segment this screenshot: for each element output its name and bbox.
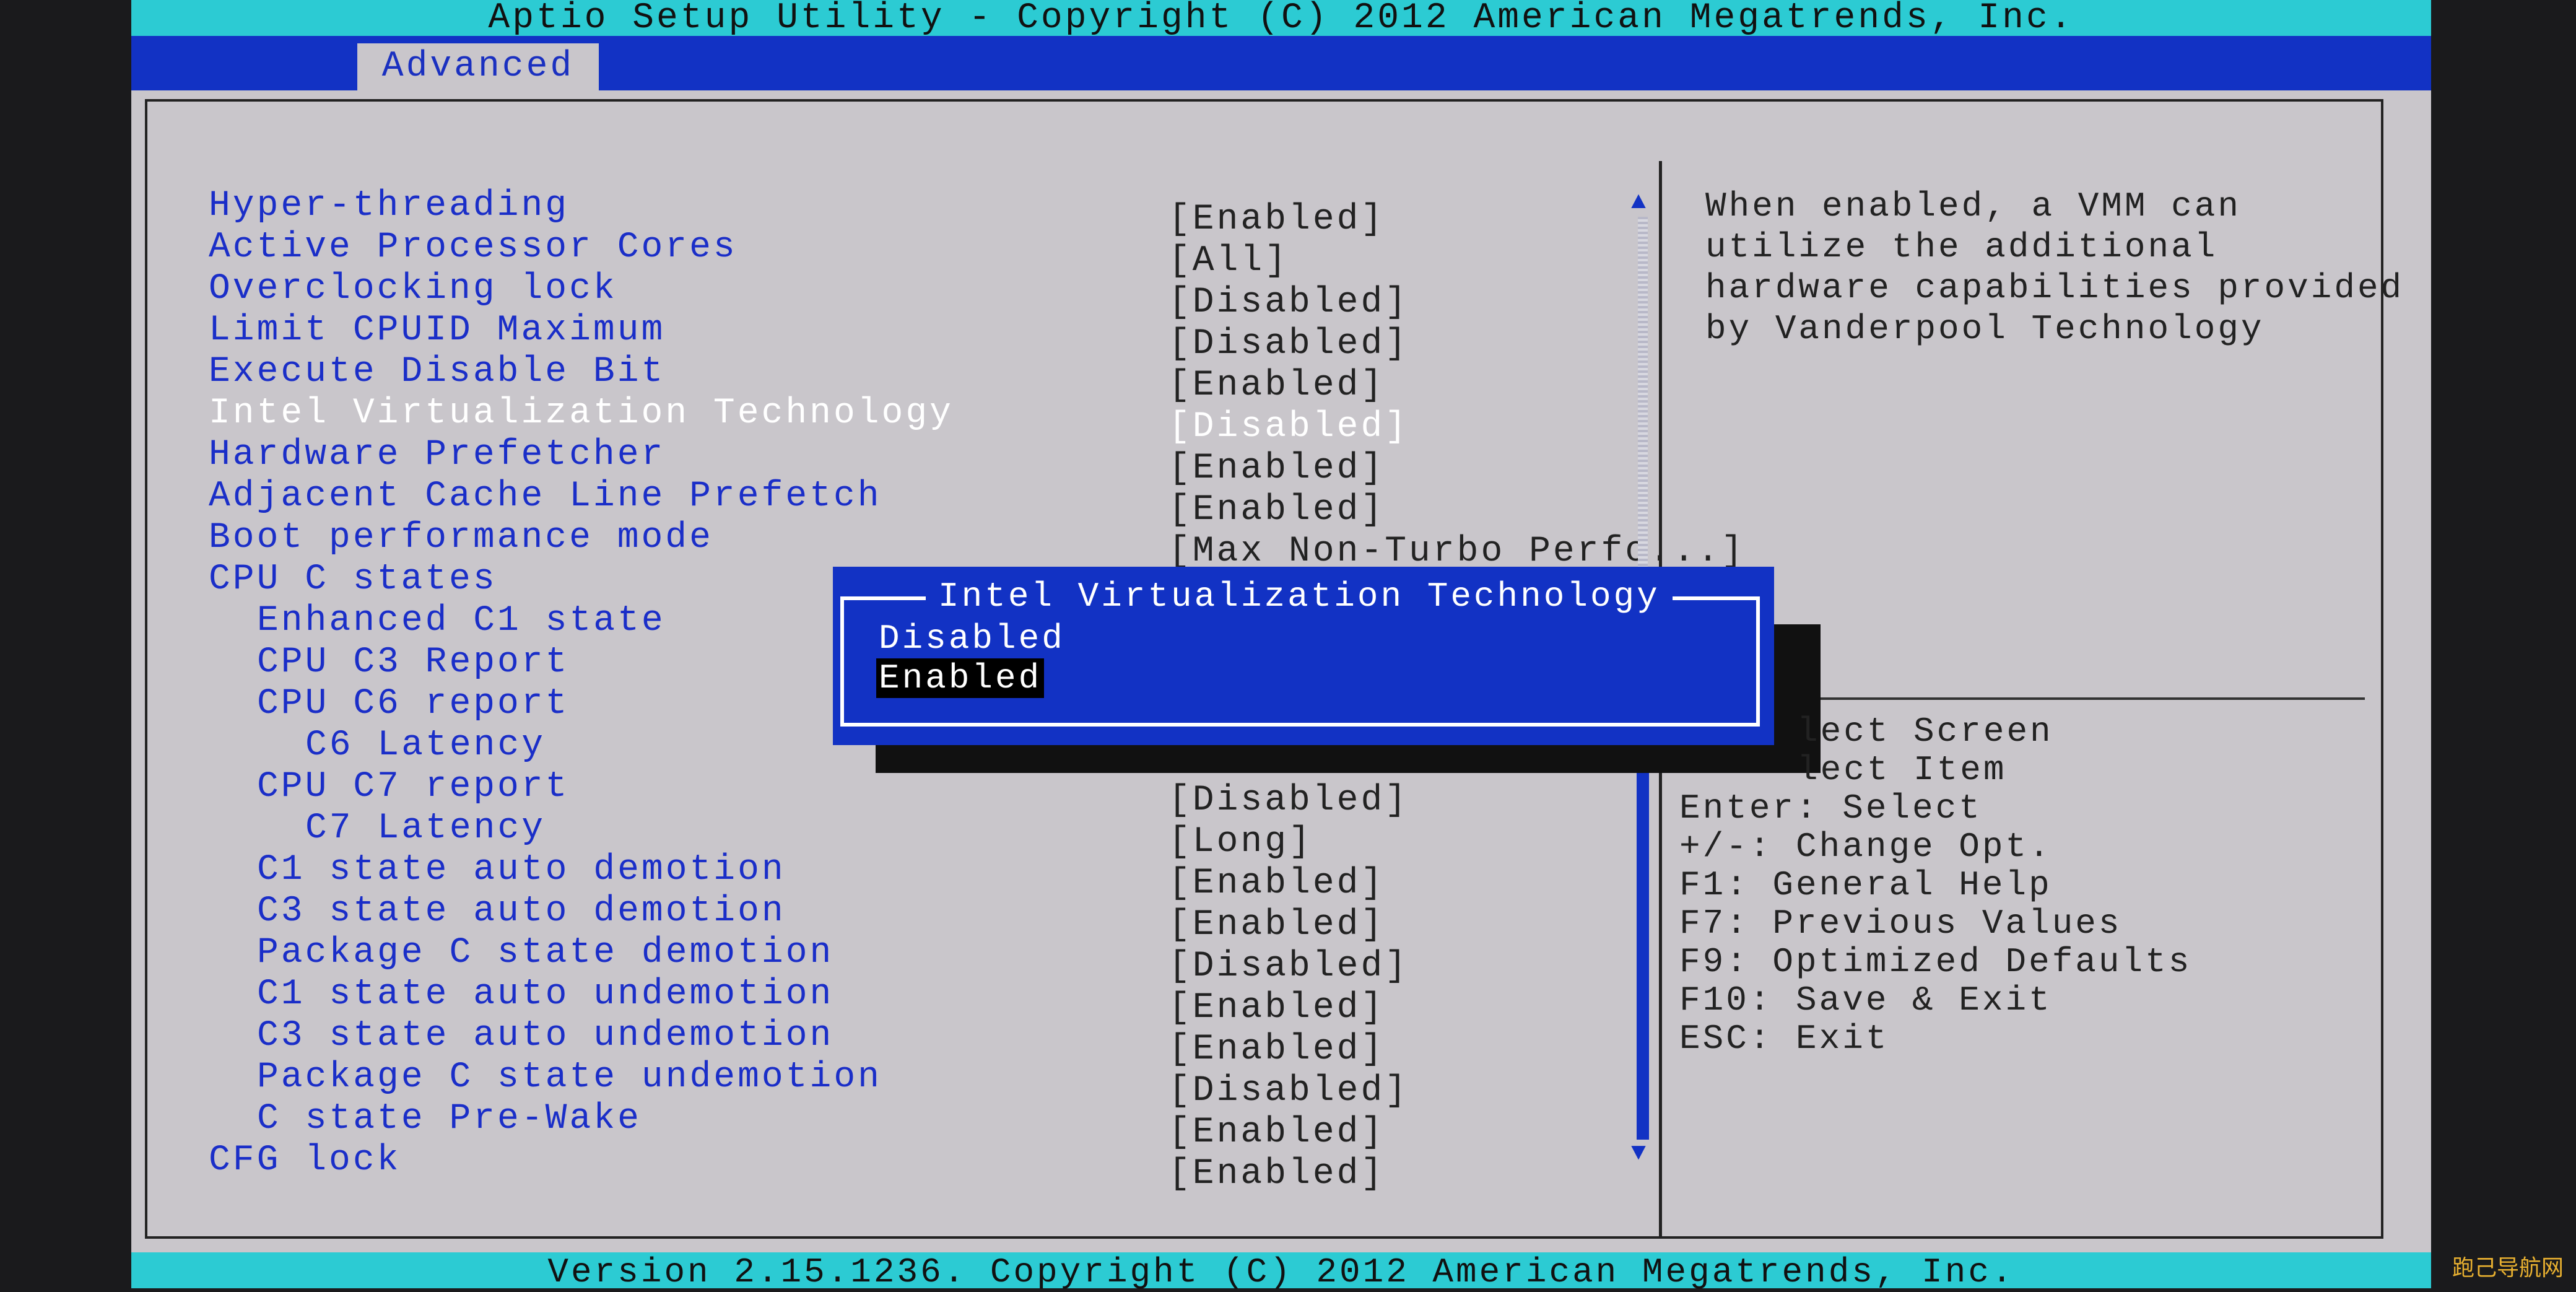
setting-label: C1 state auto undemotion [257,974,834,1015]
setting-value-text: [Enabled] [1168,365,1385,406]
popup-title: Intel Virtualization Technology [926,576,1673,617]
setting-label: C1 state auto demotion [257,850,786,890]
setting-label: CPU C3 Report [257,642,570,683]
key-select-item: lect Item [1797,750,2007,790]
setting-label: Enhanced C1 state [257,601,666,641]
footer-version: Version 2.15.1236. Copyright (C) 2012 Am… [131,1252,2431,1292]
setting-label: CPU C states [209,559,497,600]
setting-value-text: [Disabled] [1168,282,1409,323]
setting-value-text: [Disabled] [1168,324,1409,364]
option-popup: Intel Virtualization Technology Disabled… [833,567,1774,745]
setting-value-text: [Enabled] [1168,863,1385,904]
setting-label: Hardware Prefetcher [209,435,666,475]
title-bar: Aptio Setup Utility - Copyright (C) 2012… [131,0,2431,37]
key-f10: F10: Save & Exit [1679,980,2052,1020]
setting-value-text: [Disabled] [1168,780,1409,821]
scroll-down-arrow-icon[interactable]: ▼ [1631,1140,1646,1168]
key-enter: Enter: Select [1679,788,1982,828]
popup-option-enabled[interactable]: Enabled [876,658,1045,698]
setting-value-text: [Disabled] [1168,407,1409,447]
setting-value-text: [Enabled] [1168,1154,1385,1194]
setting-label: Active Processor Cores [209,227,738,268]
setting-label: Boot performance mode [209,518,713,558]
setting-value-text: [All] [1168,241,1289,281]
setting-label: Overclocking lock [209,269,617,309]
setting-value-text: [Enabled] [1168,1029,1385,1070]
watermark-logo: 跑己导航网 [2452,1255,2564,1281]
setting-value-text: [Disabled] [1168,946,1409,987]
setting-value-text: [Enabled] [1168,905,1385,945]
setting-value-text: [Enabled] [1168,1112,1385,1153]
key-select-screen: lect Screen [1797,712,2053,751]
key-f1: F1: General Help [1679,865,2052,905]
popup-option-disabled[interactable]: Disabled [876,619,1068,658]
setting-label: C7 Latency [305,808,546,849]
key-change-opt: +/-: Change Opt. [1679,827,2052,866]
setting-label: Execute Disable Bit [209,352,666,392]
setting-value-text: [Enabled] [1168,448,1385,489]
setting-label: Intel Virtualization Technology [209,393,954,434]
scrollbar-thumb[interactable] [1637,756,1649,1140]
tab-advanced[interactable]: Advanced [357,43,599,90]
setting-label: CPU C7 report [257,767,570,807]
key-esc: ESC: Exit [1679,1019,1889,1058]
setting-label: C3 state auto undemotion [257,1016,834,1056]
setting-value-text: [Enabled] [1168,490,1385,530]
setting-label: C state Pre-Wake [257,1099,642,1139]
key-legend: lect Screen lect Item Enter: Select +/-:… [1679,712,2189,1135]
setting-label: C6 Latency [305,725,546,766]
setting-label: Hyper-threading [209,186,570,226]
setting-value-text: [Enabled] [1168,988,1385,1028]
setting-label: Adjacent Cache Line Prefetch [209,476,882,517]
key-f9: F9: Optimized Defaults [1679,942,2192,982]
help-text: When enabled, a VMM can utilize the addi… [1705,186,2404,349]
setting-value-text: [Enabled] [1168,199,1385,240]
setting-value-text: [Disabled] [1168,1071,1409,1111]
bios-screen: Aptio Setup Utility - Copyright (C) 2012… [131,0,2431,1292]
setting-label: C3 state auto demotion [257,891,786,932]
setting-label: CPU C6 report [257,684,570,724]
key-f7: F7: Previous Values [1679,904,2122,943]
setting-label: Package C state demotion [257,933,834,973]
scroll-up-arrow-icon[interactable]: ▲ [1631,189,1646,217]
tab-bar: Advanced [131,36,2431,90]
setting-value-text: [Long] [1168,822,1313,862]
setting-label: Limit CPUID Maximum [209,310,666,351]
setting-label: CFG lock [209,1140,401,1181]
setting-label: Package C state undemotion [257,1057,882,1098]
